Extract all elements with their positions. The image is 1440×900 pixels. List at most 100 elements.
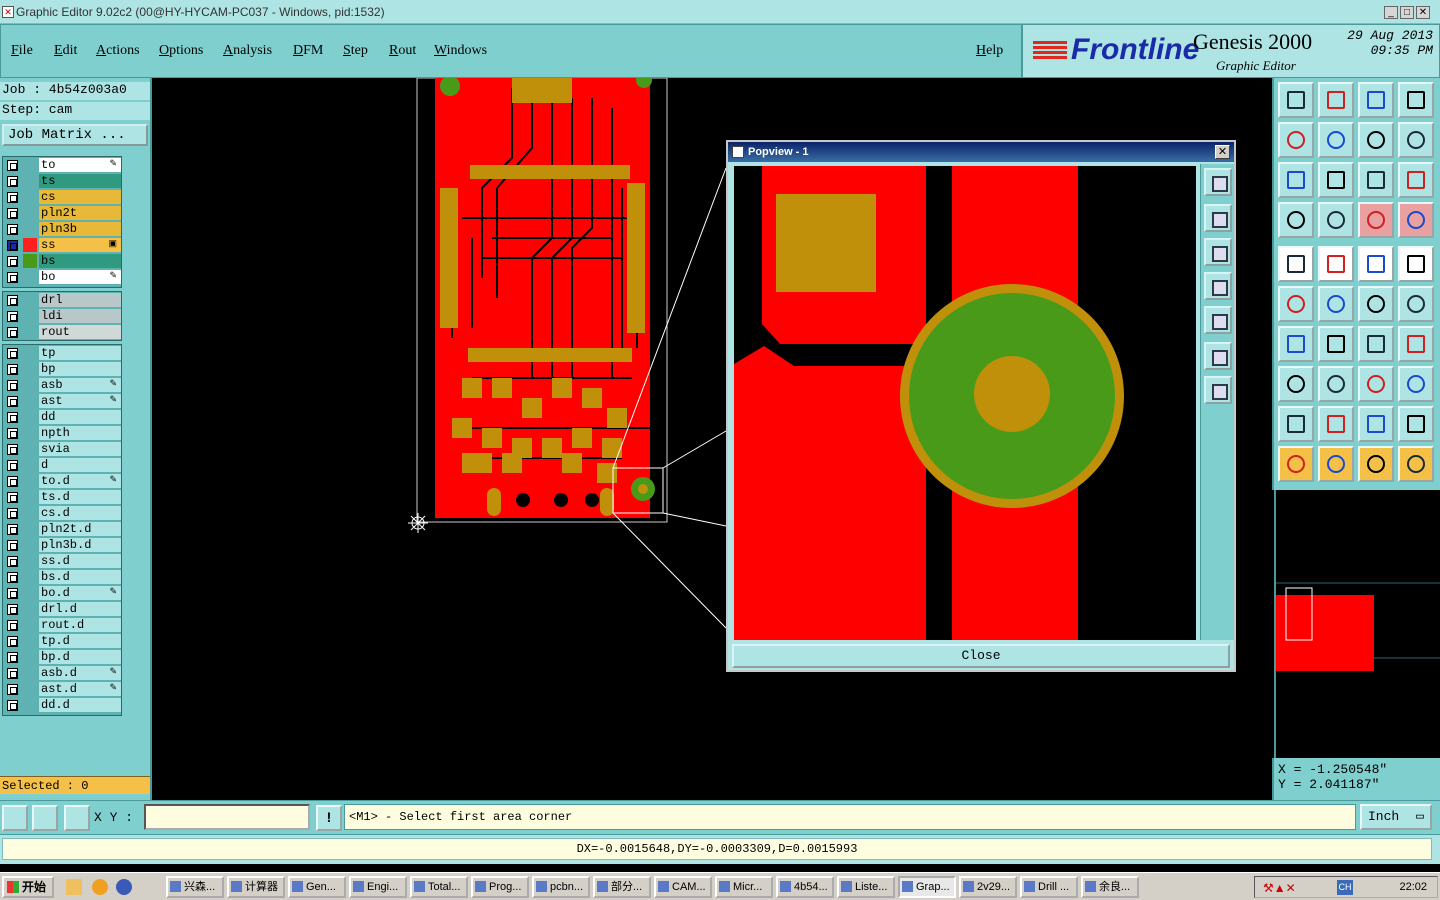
- tool-button[interactable]: [1318, 326, 1354, 362]
- layer-row[interactable]: rout.d: [3, 617, 121, 633]
- job-matrix-button[interactable]: Job Matrix ...: [2, 124, 148, 146]
- tool-button[interactable]: [1398, 82, 1434, 118]
- tool-button[interactable]: [1278, 162, 1314, 198]
- xy-input[interactable]: [144, 804, 310, 830]
- layer-name[interactable]: tp.d: [39, 634, 121, 648]
- menu-options[interactable]: Options: [159, 43, 203, 59]
- layer-name[interactable]: pln3b.d: [39, 538, 121, 552]
- taskbar-item[interactable]: Grap...: [898, 876, 956, 898]
- grid-icon[interactable]: [64, 805, 90, 831]
- layer-checkbox[interactable]: [7, 240, 18, 251]
- layer-row[interactable]: bs.d: [3, 569, 121, 585]
- layer-name[interactable]: tp: [39, 346, 121, 360]
- layer-checkbox[interactable]: [7, 176, 18, 187]
- tool-button[interactable]: [1358, 286, 1394, 322]
- layer-checkbox[interactable]: [7, 604, 18, 615]
- quicklaunch-browser-icon[interactable]: [92, 879, 108, 895]
- layer-row[interactable]: cs: [3, 189, 121, 205]
- layer-checkbox[interactable]: [7, 311, 18, 322]
- layer-checkbox[interactable]: [7, 508, 18, 519]
- layer-checkbox[interactable]: [7, 524, 18, 535]
- layer-row[interactable]: bs: [3, 253, 121, 269]
- layer-checkbox[interactable]: [7, 160, 18, 171]
- layer-row[interactable]: bp: [3, 361, 121, 377]
- layer-row[interactable]: to ✎: [3, 157, 121, 173]
- taskbar-item[interactable]: 余良...: [1081, 876, 1139, 898]
- layer-checkbox[interactable]: [7, 272, 18, 283]
- layer-row[interactable]: pln3b.d: [3, 537, 121, 553]
- tool-button[interactable]: [1398, 286, 1434, 322]
- tool-button[interactable]: [1398, 406, 1434, 442]
- tool-button[interactable]: [1318, 246, 1354, 282]
- layer-name[interactable]: rout: [39, 325, 121, 339]
- layer-row[interactable]: tp.d: [3, 633, 121, 649]
- menu-help[interactable]: Help: [976, 43, 1003, 59]
- tool-button[interactable]: [1278, 406, 1314, 442]
- layer-row[interactable]: ss.d: [3, 553, 121, 569]
- popview-fit-button[interactable]: [1204, 342, 1232, 370]
- popview-canvas[interactable]: [734, 166, 1196, 640]
- layer-name[interactable]: bs.d: [39, 570, 121, 584]
- layer-name[interactable]: ss.d: [39, 554, 121, 568]
- layer-row[interactable]: dd: [3, 409, 121, 425]
- layer-checkbox[interactable]: [7, 572, 18, 583]
- layer-name[interactable]: cs: [39, 190, 121, 204]
- taskbar-item[interactable]: Micr...: [715, 876, 773, 898]
- tool-button[interactable]: [1318, 202, 1354, 238]
- layer-name[interactable]: ts: [39, 174, 121, 188]
- layer-row[interactable]: asb.d ✎: [3, 665, 121, 681]
- popview-zoom-out-button[interactable]: [1204, 238, 1232, 266]
- layer-name[interactable]: cs.d: [39, 506, 121, 520]
- maximize-button[interactable]: □: [1400, 6, 1414, 19]
- layer-name[interactable]: svia: [39, 442, 121, 456]
- taskbar-item[interactable]: Total...: [410, 876, 468, 898]
- popview-tool-button[interactable]: [1204, 168, 1232, 196]
- layer-checkbox[interactable]: [7, 476, 18, 487]
- popview-zoom-in-button[interactable]: [1204, 204, 1232, 232]
- layer-row[interactable]: cs.d: [3, 505, 121, 521]
- layer-row[interactable]: bo ✎: [3, 269, 121, 285]
- popview-close-button[interactable]: Close: [732, 644, 1230, 668]
- layer-checkbox[interactable]: [7, 428, 18, 439]
- measure-icon[interactable]: [32, 805, 58, 831]
- taskbar-item[interactable]: 4b54...: [776, 876, 834, 898]
- tool-button[interactable]: [1358, 326, 1394, 362]
- layer-checkbox[interactable]: [7, 364, 18, 375]
- layer-checkbox[interactable]: [7, 208, 18, 219]
- language-indicator[interactable]: CH: [1337, 880, 1353, 895]
- taskbar-item[interactable]: CAM...: [654, 876, 712, 898]
- tool-button[interactable]: [1398, 326, 1434, 362]
- menu-analysis[interactable]: Analysis: [223, 43, 272, 59]
- minimap[interactable]: [1274, 490, 1440, 758]
- layer-row[interactable]: drl.d: [3, 601, 121, 617]
- taskbar-item[interactable]: Prog...: [471, 876, 529, 898]
- layer-checkbox[interactable]: [7, 636, 18, 647]
- layer-color-swatch[interactable]: [23, 254, 37, 268]
- layer-row[interactable]: pln3b: [3, 221, 121, 237]
- start-button[interactable]: 开始: [2, 876, 54, 898]
- quicklaunch-ie-icon[interactable]: [116, 879, 132, 895]
- layer-checkbox[interactable]: [7, 652, 18, 663]
- tool-button[interactable]: [1318, 122, 1354, 158]
- layer-row[interactable]: ts: [3, 173, 121, 189]
- minimize-button[interactable]: _: [1384, 6, 1398, 19]
- tool-button[interactable]: [1398, 202, 1434, 238]
- popview-pan-left-button[interactable]: [1204, 272, 1232, 300]
- layer-row[interactable]: ss ▣: [3, 237, 121, 253]
- tool-button[interactable]: [1318, 446, 1354, 482]
- taskbar-item[interactable]: 部分...: [593, 876, 651, 898]
- layer-name[interactable]: d: [39, 458, 121, 472]
- layer-row[interactable]: ts.d: [3, 489, 121, 505]
- tool-button[interactable]: [1358, 246, 1394, 282]
- layer-checkbox[interactable]: [7, 684, 18, 695]
- tool-button[interactable]: [1398, 446, 1434, 482]
- taskbar-item[interactable]: 2v29...: [959, 876, 1017, 898]
- layer-name[interactable]: dd: [39, 410, 121, 424]
- layer-name[interactable]: drl: [39, 293, 121, 307]
- close-window-button[interactable]: ✕: [1416, 6, 1430, 19]
- layer-row[interactable]: rout: [3, 324, 121, 340]
- tool-button[interactable]: [1278, 366, 1314, 402]
- tool-button[interactable]: [1398, 162, 1434, 198]
- tool-button[interactable]: [1278, 82, 1314, 118]
- tool-button[interactable]: [1398, 366, 1434, 402]
